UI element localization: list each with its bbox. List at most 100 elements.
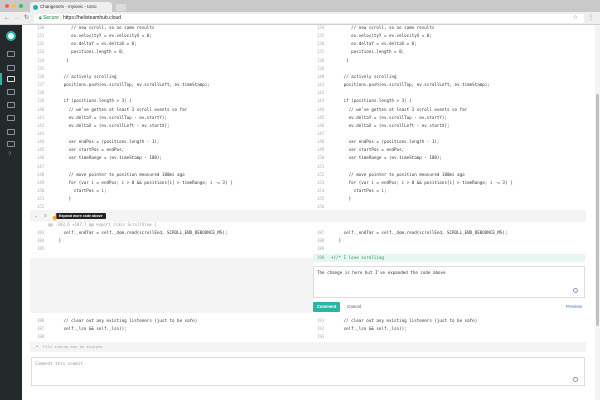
- comment-button[interactable]: Comment: [313, 302, 340, 312]
- line-number: 151: [37, 196, 45, 202]
- emoji-icon[interactable]: [573, 377, 578, 382]
- maximize-window-button[interactable]: [19, 4, 23, 8]
- code-line: // we've gotten at least 3 scroll events…: [331, 106, 468, 112]
- commit-comment-textarea[interactable]: Comment this commit: [31, 357, 585, 386]
- inbox-icon[interactable]: [7, 102, 15, 108]
- scrollbar-thumb[interactable]: [596, 94, 599, 326]
- code-line: // new scroll, so no same results: [331, 25, 435, 30]
- menu-icon[interactable]: ⋮: [588, 13, 594, 23]
- code-line: // clear out any existing listeners (jus…: [331, 318, 478, 323]
- code-line: }: [51, 238, 62, 244]
- chat-icon[interactable]: [7, 115, 15, 121]
- line-number: 149: [37, 179, 45, 185]
- code-line: if (positions.length > 3) {: [331, 98, 412, 104]
- inline-comment-text: The change is here but I've expanded the…: [317, 270, 446, 275]
- line-number: 156: [317, 204, 325, 210]
- code-line: startPos = i;: [331, 188, 387, 193]
- line-number: 133: [37, 49, 45, 55]
- url-text: https://helixteamhub.cloud: [62, 15, 122, 21]
- code-line: positions.push(ev.scrollTop, ev.scrollLe…: [51, 82, 210, 88]
- hunk-header: @@ -183,6 +187,7 @@ export class ScrollV…: [48, 222, 157, 227]
- preview-link[interactable]: Preview: [566, 302, 582, 312]
- help-icon[interactable]: ?: [8, 152, 11, 158]
- code-line: }: [51, 57, 69, 63]
- close-window-button[interactable]: [5, 4, 9, 8]
- line-number: 145: [37, 147, 45, 153]
- list-icon[interactable]: [7, 51, 15, 57]
- expand-up-icon[interactable]: ≡: [44, 213, 47, 219]
- line-number: 186: [37, 318, 45, 323]
- line-number: 136: [37, 73, 45, 79]
- line-number: 143: [317, 98, 325, 104]
- line-number: 153: [317, 179, 325, 185]
- expand-down-icon[interactable]: ⌄: [35, 343, 39, 349]
- url-input[interactable]: 🔒︎ Secure | https://helixteamhub.cloud: [34, 14, 584, 23]
- line-number: 142: [37, 122, 45, 128]
- line-number: 146: [317, 122, 325, 128]
- link-icon[interactable]: [7, 129, 15, 135]
- sidebar: ?: [0, 25, 22, 400]
- cancel-button[interactable]: Cancel: [347, 302, 361, 312]
- browser-titlebar: Changesets - myionic - tonic: [0, 0, 600, 12]
- line-number: 189: [317, 246, 325, 252]
- code-line: ev.deltaY = ev.deltaX = 0;: [51, 41, 137, 47]
- line-number: 134: [317, 25, 325, 30]
- bookmark-star-icon[interactable]: ☆: [573, 13, 578, 23]
- forward-icon[interactable]: →: [14, 13, 20, 23]
- code-line: // move pointer to position measured 100…: [51, 171, 185, 177]
- line-number: 139: [317, 65, 325, 71]
- code-line: ev.velocityY = ev.velocityX = 0;: [331, 33, 432, 39]
- line-number: 137: [317, 49, 325, 55]
- line-number: 138: [317, 57, 325, 63]
- user-icon[interactable]: [7, 65, 15, 71]
- line-number: 143: [37, 130, 45, 136]
- code-line: startPos = i;: [51, 188, 107, 193]
- tab-title: Changesets - myionic - tonic: [40, 4, 97, 9]
- code-line: // move pointer to position measured 100…: [331, 171, 465, 177]
- board-icon[interactable]: [7, 141, 15, 147]
- file-end-separator: [30, 342, 586, 352]
- emoji-icon[interactable]: [573, 288, 578, 293]
- code-line: if (positions.length > 3) {: [51, 98, 132, 104]
- line-number: 144: [37, 139, 45, 145]
- commit-comment-placeholder: Comment this commit: [35, 361, 83, 366]
- code-line: // new scroll, so no same results: [51, 25, 155, 30]
- code-line: }: [331, 196, 352, 202]
- expand-tooltip: Expand more code above: [56, 213, 106, 219]
- folder-icon[interactable]: [7, 89, 15, 95]
- line-number: 149: [317, 147, 325, 153]
- line-number: 134: [37, 57, 45, 63]
- code-line: ev.velocityY = ev.velocityX = 0;: [51, 33, 152, 39]
- code-line: self._endTmr = self._dom.read(scrollEnd,…: [331, 230, 508, 235]
- browser-tab[interactable]: Changesets - myionic - tonic: [30, 2, 112, 12]
- code-line: positions.length = 0;: [331, 49, 405, 55]
- line-number: 138: [37, 90, 45, 96]
- code-line: // actively scrolling: [51, 73, 117, 79]
- line-number: 185: [37, 246, 45, 252]
- reload-icon[interactable]: ↻: [24, 13, 29, 23]
- line-number: 187: [317, 230, 325, 235]
- minimize-window-button[interactable]: [12, 4, 16, 8]
- code-line: }: [331, 57, 349, 63]
- code-line: ev.deltaX = (ev.scrollLeft - ev.startX);: [51, 122, 170, 128]
- collapse-chevron-icon[interactable]: ⌄: [34, 213, 38, 219]
- line-number: 192: [317, 326, 325, 332]
- line-number: 145: [317, 114, 325, 120]
- inline-comment-textarea[interactable]: The change is here but I've expanded the…: [313, 266, 585, 298]
- code-line: positions.length = 0;: [51, 49, 125, 55]
- repository-icon[interactable]: [7, 76, 15, 82]
- line-number: 183: [37, 230, 45, 235]
- code-line: // we've gotten at least 3 scroll events…: [51, 106, 188, 112]
- line-number: 146: [37, 155, 45, 161]
- line-number: 142: [317, 90, 325, 96]
- line-number: 132: [37, 41, 45, 47]
- code-line: // actively scrolling: [331, 73, 397, 79]
- new-tab-button[interactable]: [116, 4, 126, 11]
- back-icon[interactable]: ←: [4, 13, 10, 23]
- app-logo[interactable]: [6, 31, 16, 41]
- file-ending-note: File ending may be skipped: [43, 344, 103, 349]
- line-number: 140: [37, 106, 45, 112]
- code-line: }: [331, 238, 342, 244]
- line-number: 155: [317, 196, 325, 202]
- line-number: 152: [37, 204, 45, 210]
